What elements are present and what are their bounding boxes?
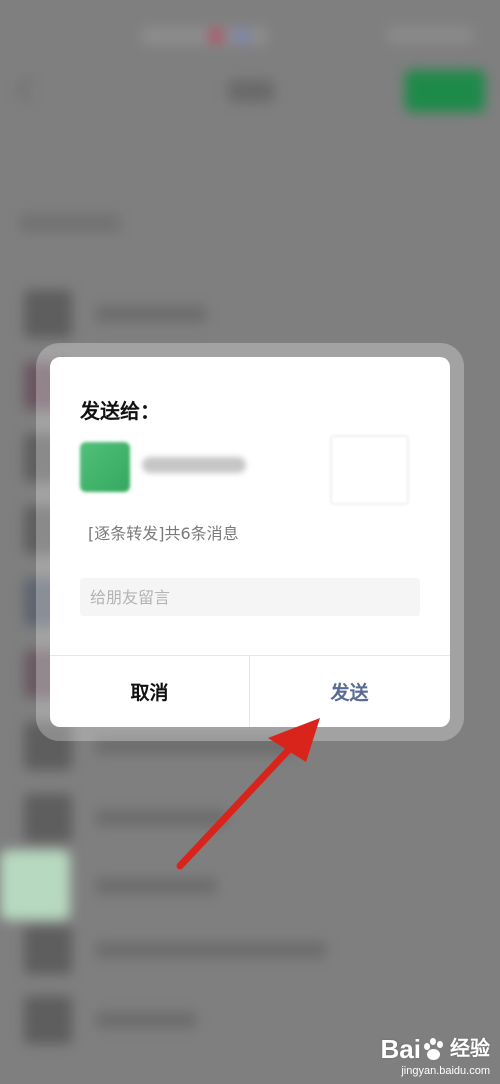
send-button[interactable]: 发送 (250, 656, 449, 727)
watermark-brand-suffix: 经验 (450, 1038, 490, 1060)
screen: 发送给： [逐条转发]共6条消息 取消 发送 Bai 经验 jingy (0, 0, 500, 1084)
watermark-logo: Bai 经验 (381, 1034, 490, 1064)
background-ghost-frame (330, 435, 409, 505)
dialog-title: 发送给： (80, 399, 160, 423)
status-bar-right (385, 26, 475, 44)
status-bar-pill (140, 26, 270, 46)
watermark-url: jingyan.baidu.com (401, 1065, 490, 1077)
background-title (228, 80, 274, 102)
baidu-paw-icon (422, 1037, 446, 1061)
recipient-name-redacted (142, 457, 246, 473)
background-action-button (405, 70, 485, 112)
background-avatar (24, 722, 72, 770)
forward-summary: [逐条转发]共6条消息 (88, 524, 239, 543)
background-row-text (96, 878, 216, 894)
background-avatar (24, 926, 72, 974)
watermark-brand: Bai (380, 1034, 421, 1064)
watermark: Bai 经验 jingyan.baidu.com (381, 1034, 490, 1078)
background-row-text (96, 1012, 196, 1028)
background-avatar (0, 850, 70, 920)
message-input[interactable] (80, 578, 420, 616)
background-avatar (24, 996, 72, 1044)
back-icon (15, 75, 45, 105)
cancel-button[interactable]: 取消 (50, 656, 249, 727)
background-row-text (96, 810, 226, 826)
status-dot (234, 28, 250, 44)
background-avatar (24, 794, 72, 842)
background-row-text (96, 942, 326, 958)
background-avatar (24, 290, 72, 338)
background-row-text (96, 306, 206, 322)
background-section-header (20, 214, 120, 232)
recipient-avatar (80, 442, 130, 492)
status-dot (208, 28, 224, 44)
send-to-dialog: 发送给： [逐条转发]共6条消息 取消 发送 (50, 357, 450, 727)
background-row-text (96, 738, 296, 754)
